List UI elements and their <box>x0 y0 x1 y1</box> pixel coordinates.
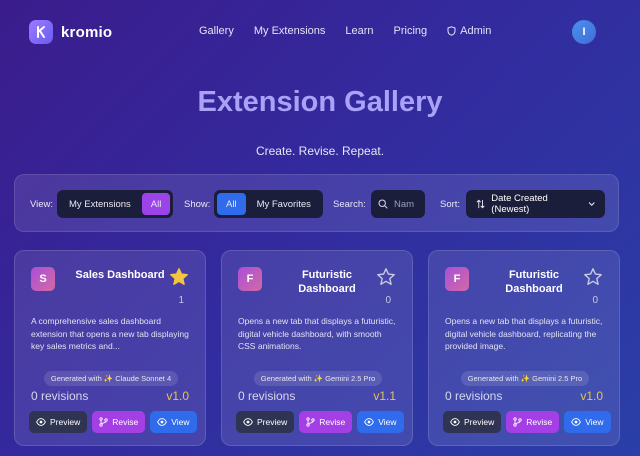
preview-label: Preview <box>50 417 81 427</box>
sort-value: Date Created (Newest) <box>491 193 548 215</box>
revision-count: 0 revisions <box>238 389 296 403</box>
extension-card[interactable]: F Futuristic Dashboard 0 Opens a new tab… <box>428 250 620 446</box>
version-label: v1.1 <box>373 389 396 403</box>
nav-admin[interactable]: Admin <box>447 25 491 37</box>
extension-title: Futuristic Dashboard <box>505 269 563 295</box>
generated-with-badge: Generated with ✨ Gemini 2.5 Pro <box>253 371 383 386</box>
top-nav: kromio Gallery My Extensions Learn Prici… <box>0 0 640 64</box>
page-title: Extension Gallery <box>197 86 443 118</box>
version-label: v1.0 <box>166 389 189 403</box>
revise-label: Revise <box>112 417 139 427</box>
chevron-down-icon <box>588 202 595 206</box>
eye-icon <box>36 418 46 426</box>
sort-arrows-icon <box>476 199 485 209</box>
version-label: v1.0 <box>580 389 603 403</box>
eye-icon <box>157 418 168 426</box>
avatar[interactable]: I <box>572 20 596 44</box>
star-icon[interactable] <box>583 267 603 287</box>
search-label: Search: <box>333 199 366 210</box>
favorite-count: 0 <box>592 295 598 306</box>
preview-button[interactable]: Preview <box>236 411 295 433</box>
brand-logo[interactable]: kromio <box>29 20 112 44</box>
revise-label: Revise <box>319 417 346 427</box>
page-subtitle: Create. Revise. Repeat. <box>255 144 385 158</box>
sort-label: Sort: <box>440 199 461 210</box>
preview-label: Preview <box>257 417 288 427</box>
filter-bar: View: My Extensions All Show: All My Fav… <box>14 174 619 232</box>
git-branch-icon <box>99 417 108 427</box>
git-branch-icon <box>513 417 522 427</box>
nav-my-extensions[interactable]: My Extensions <box>254 25 326 37</box>
preview-label: Preview <box>464 417 495 427</box>
revise-button[interactable]: Revise <box>92 411 146 433</box>
extension-description: A comprehensive sales dashboard extensio… <box>31 316 189 351</box>
nav-pricing[interactable]: Pricing <box>394 25 428 37</box>
star-icon[interactable] <box>169 267 189 287</box>
view-option-all[interactable]: All <box>141 193 171 215</box>
search-box <box>371 190 425 218</box>
generated-with-badge: Generated with ✨ Claude Sonnet 4 <box>43 371 179 386</box>
extension-card[interactable]: S Sales Dashboard 1 A comprehensive sale… <box>14 250 206 446</box>
view-label: View <box>171 417 190 427</box>
eye-icon <box>450 418 460 426</box>
sort-select[interactable]: Date Created (Newest) <box>466 190 605 218</box>
card-actions: Preview Revise View <box>443 411 611 433</box>
favorite-count: 0 <box>385 295 391 306</box>
brand-name: kromio <box>61 23 113 41</box>
extension-initial-badge: S <box>31 267 55 291</box>
eye-icon <box>364 418 375 426</box>
revision-count: 0 revisions <box>31 389 89 403</box>
shield-icon <box>447 26 456 36</box>
revision-count: 0 revisions <box>445 389 503 403</box>
view-toggle: My Extensions All <box>57 190 174 218</box>
nav-admin-label: Admin <box>460 25 492 37</box>
revise-button[interactable]: Revise <box>299 411 353 433</box>
favorite-count: 1 <box>178 295 184 306</box>
view-button[interactable]: View <box>564 411 611 433</box>
view-label: View <box>378 417 397 427</box>
view-button[interactable]: View <box>357 411 404 433</box>
preview-button[interactable]: Preview <box>29 411 88 433</box>
extension-title: Futuristic Dashboard <box>298 269 356 295</box>
nav-links: Gallery My Extensions Learn Pricing Admi… <box>199 25 491 37</box>
eye-icon <box>571 418 582 426</box>
nav-learn[interactable]: Learn <box>345 25 373 37</box>
extension-title: Sales Dashboard <box>75 269 165 281</box>
extension-description: Opens a new tab that displays a futurist… <box>445 316 603 351</box>
extension-initial-badge: F <box>238 267 262 291</box>
git-branch-icon <box>306 417 315 427</box>
show-toggle: All My Favorites <box>214 190 323 218</box>
card-actions: Preview Revise View <box>236 411 404 433</box>
preview-button[interactable]: Preview <box>443 411 502 433</box>
show-option-my-favorites[interactable]: My Favorites <box>248 193 320 215</box>
view-option-my-extensions[interactable]: My Extensions <box>60 193 140 215</box>
extension-description: Opens a new tab that displays a futurist… <box>238 316 396 351</box>
show-label: Show: <box>184 199 211 210</box>
revise-label: Revise <box>526 417 553 427</box>
view-label: View <box>585 417 604 427</box>
card-actions: Preview Revise View <box>29 411 197 433</box>
k-logo-icon <box>29 20 53 44</box>
extension-card[interactable]: F Futuristic Dashboard 0 Opens a new tab… <box>221 250 413 446</box>
extension-initial-badge: F <box>445 267 469 291</box>
view-label: View: <box>30 199 54 210</box>
show-option-all[interactable]: All <box>217 193 246 215</box>
search-icon <box>378 199 388 209</box>
eye-icon <box>243 418 253 426</box>
generated-with-badge: Generated with ✨ Gemini 2.5 Pro <box>460 371 590 386</box>
star-icon[interactable] <box>376 267 396 287</box>
revise-button[interactable]: Revise <box>506 411 560 433</box>
nav-gallery[interactable]: Gallery <box>199 25 234 37</box>
search-input[interactable] <box>394 198 418 210</box>
view-button[interactable]: View <box>150 411 197 433</box>
